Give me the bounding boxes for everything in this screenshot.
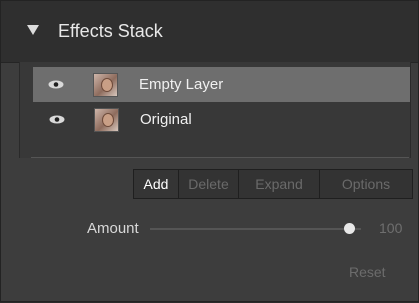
options-button[interactable]: Options <box>320 170 412 198</box>
amount-slider-track[interactable] <box>150 228 361 230</box>
layer-button-bar: Add Delete Expand Options <box>133 169 413 199</box>
layer-thumbnail <box>93 73 118 97</box>
panel-header[interactable]: Effects Stack <box>1 1 418 63</box>
expand-button[interactable]: Expand <box>239 170 320 198</box>
layer-list: Empty Layer Original <box>19 62 411 158</box>
amount-value[interactable]: 100 <box>379 220 402 236</box>
layer-name: Original <box>140 111 192 128</box>
panel-title: Effects Stack <box>58 21 163 41</box>
collapse-triangle-icon[interactable] <box>27 25 39 35</box>
layer-row-empty-layer[interactable]: Empty Layer <box>33 67 410 102</box>
eye-icon[interactable] <box>49 115 65 124</box>
amount-label: Amount <box>87 220 139 237</box>
effects-stack-panel: Effects Stack Empty Layer Original Add D… <box>0 0 419 302</box>
delete-button[interactable]: Delete <box>179 170 239 198</box>
layer-name: Empty Layer <box>139 76 224 93</box>
eye-icon[interactable] <box>48 80 64 89</box>
reset-button[interactable]: Reset <box>349 264 386 280</box>
amount-slider-handle[interactable] <box>344 223 355 234</box>
layer-thumbnail <box>94 108 119 132</box>
add-button[interactable]: Add <box>134 170 179 198</box>
layer-row-original[interactable]: Original <box>34 102 411 137</box>
stack-controls: Add Delete Expand Options Amount 100 Res… <box>19 158 413 303</box>
